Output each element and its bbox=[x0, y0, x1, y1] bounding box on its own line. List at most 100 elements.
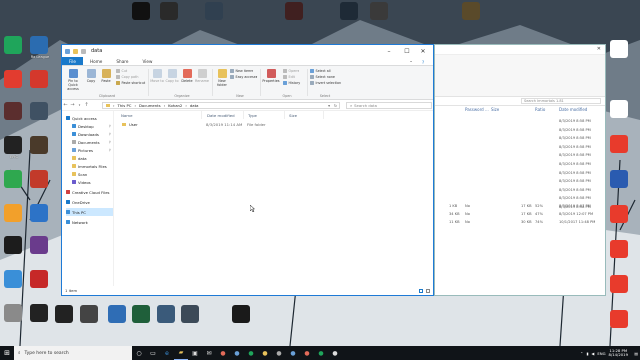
app-icon[interactable] bbox=[4, 70, 22, 88]
app-icon[interactable]: ● bbox=[328, 346, 342, 360]
edge-icon[interactable]: e bbox=[160, 346, 174, 360]
quick-access-properties-icon[interactable] bbox=[65, 48, 70, 54]
list-item[interactable]: 8/3/2019 8:58 PM bbox=[435, 128, 605, 135]
help-icon[interactable]: ? bbox=[415, 56, 431, 68]
tab-view[interactable]: View bbox=[135, 57, 159, 65]
table-row[interactable]: User 8/3/2019 11:14 AM File folder bbox=[115, 121, 433, 129]
copy-to-button[interactable]: Copy to bbox=[165, 69, 179, 83]
app-icon[interactable] bbox=[610, 135, 628, 153]
sidebar-item-pictures[interactable]: Pictures ⚲ bbox=[72, 146, 113, 154]
tab-share[interactable]: Share bbox=[109, 57, 135, 65]
app-icon[interactable] bbox=[157, 305, 175, 323]
app-icon[interactable] bbox=[4, 136, 22, 154]
app-icon[interactable] bbox=[285, 2, 303, 20]
quick-access-folder-icon[interactable] bbox=[73, 48, 78, 54]
sidebar-item-this-pc[interactable]: This PC bbox=[66, 208, 113, 216]
quick-access-dropdown-icon[interactable] bbox=[81, 48, 86, 54]
clock[interactable]: 11:28 PM 8/14/2019 bbox=[609, 348, 628, 358]
store-icon[interactable]: ▣ bbox=[188, 346, 202, 360]
app-icon[interactable] bbox=[610, 310, 628, 328]
sidebar-item-desktop[interactable]: Desktop ⚲ bbox=[72, 122, 113, 130]
sidebar-item-scan[interactable]: Scan bbox=[72, 170, 113, 178]
app-icon[interactable] bbox=[610, 275, 628, 293]
cortana-icon[interactable]: ○ bbox=[132, 346, 146, 360]
app-icon[interactable]: ● bbox=[244, 346, 258, 360]
tray-arrow-icon[interactable]: ⌃ bbox=[580, 351, 583, 356]
mail-icon[interactable]: ✉ bbox=[202, 346, 216, 360]
app-icon[interactable] bbox=[55, 305, 73, 323]
list-item[interactable]: 8/3/2019 8:58 PM bbox=[435, 171, 605, 178]
column-date-modified[interactable]: Date modified bbox=[204, 111, 244, 119]
app-icon[interactable] bbox=[30, 304, 48, 322]
back-arrow-icon[interactable]: ← bbox=[62, 102, 69, 108]
tab-home[interactable]: Home bbox=[83, 57, 109, 65]
app-icon[interactable] bbox=[80, 305, 98, 323]
sidebar-item-onedrive[interactable]: OneDrive bbox=[66, 198, 113, 206]
sidebar-item-data[interactable]: data bbox=[72, 154, 113, 162]
task-view-icon[interactable]: ▭ bbox=[146, 346, 160, 360]
notification-icon[interactable]: ▤ bbox=[634, 351, 638, 356]
app-icon[interactable] bbox=[4, 204, 22, 222]
app-icon[interactable] bbox=[30, 70, 48, 88]
list-item[interactable]: 8/3/2019 8:58 PM bbox=[435, 179, 605, 186]
new-item-button[interactable]: New item ▾ bbox=[230, 69, 253, 73]
forward-arrow-icon[interactable]: → bbox=[69, 102, 76, 108]
breadcrumb-this-pc[interactable]: This PC bbox=[118, 103, 132, 108]
edit-button[interactable]: Edit bbox=[283, 75, 295, 79]
app-icon[interactable] bbox=[4, 236, 22, 254]
cut-button[interactable]: Cut bbox=[116, 69, 127, 73]
app-icon[interactable]: ● bbox=[286, 346, 300, 360]
column-name[interactable]: Name bbox=[118, 111, 202, 119]
sidebar-item-downloads[interactable]: Downloads ⚲ bbox=[72, 130, 113, 138]
start-button[interactable]: ⊞ bbox=[0, 346, 14, 360]
select-none-button[interactable]: Select none bbox=[310, 75, 335, 79]
move-to-button[interactable]: Move to bbox=[150, 69, 164, 83]
up-arrow-icon[interactable]: ↑ bbox=[83, 102, 90, 108]
back-explorer-window[interactable]: ✕ Search Immortals 1.81 Password ... Siz… bbox=[434, 44, 606, 296]
select-all-button[interactable]: Select all bbox=[310, 69, 331, 73]
network-icon[interactable]: ▮ bbox=[586, 351, 588, 356]
app-icon[interactable]: ● bbox=[216, 346, 230, 360]
app-icon[interactable] bbox=[30, 170, 48, 188]
app-icon[interactable]: ● bbox=[258, 346, 272, 360]
sidebar-item-creative-cloud-files[interactable]: Creative Cloud Files bbox=[66, 188, 113, 196]
easy-access-button[interactable]: Easy access ▾ bbox=[230, 75, 257, 79]
sidebar-item-network[interactable]: Network bbox=[66, 218, 113, 226]
volume-icon[interactable]: ◀ bbox=[591, 351, 594, 356]
list-item[interactable]: 8/3/2019 8:58 PM bbox=[435, 119, 605, 126]
table-row[interactable]: 11 KB No 30 KB 74% 10/1/2017 11:48 PM bbox=[435, 220, 605, 227]
app-icon[interactable] bbox=[108, 305, 126, 323]
list-item[interactable]: 8/3/2019 8:58 PM bbox=[435, 136, 605, 143]
minimize-button[interactable]: – bbox=[381, 45, 397, 57]
app-icon[interactable] bbox=[4, 270, 22, 288]
app-icon[interactable] bbox=[462, 2, 480, 20]
large-icons-view-icon[interactable] bbox=[426, 288, 430, 293]
paste-button[interactable]: Paste bbox=[99, 69, 113, 83]
app-icon[interactable] bbox=[4, 170, 22, 188]
app-icon[interactable] bbox=[610, 205, 628, 223]
recent-dropdown-icon[interactable]: ▾ bbox=[76, 103, 83, 107]
paste-shortcut-button[interactable]: Paste shortcut bbox=[116, 81, 145, 85]
app-icon[interactable] bbox=[30, 102, 48, 120]
file-explorer-icon[interactable]: ▰ bbox=[174, 346, 188, 360]
app-icon[interactable] bbox=[30, 204, 48, 222]
language-indicator[interactable]: ENG bbox=[597, 351, 605, 356]
breadcrumb[interactable]: › This PC › Documents › Kohan2 › data ▾ … bbox=[102, 102, 340, 109]
app-icon[interactable] bbox=[30, 36, 48, 54]
table-row[interactable]: 1 KB No 17 KB 52% 8/3/2019 8:07 PM bbox=[435, 204, 605, 211]
app-icon[interactable] bbox=[132, 305, 150, 323]
breadcrumb-documents[interactable]: Documents bbox=[139, 103, 161, 108]
list-item[interactable]: 8/3/2019 8:58 PM bbox=[435, 188, 605, 195]
open-button[interactable]: Open ▾ bbox=[283, 69, 299, 73]
app-icon[interactable] bbox=[181, 305, 199, 323]
list-item[interactable]: 8/3/2019 8:58 PM bbox=[435, 153, 605, 160]
breadcrumb-kohan2[interactable]: Kohan2 bbox=[168, 103, 182, 108]
app-icon[interactable]: ● bbox=[314, 346, 328, 360]
rename-button[interactable]: Rename bbox=[195, 69, 209, 83]
app-icon[interactable] bbox=[30, 136, 48, 154]
copy-path-button[interactable]: Copy path bbox=[116, 75, 138, 79]
copy-button[interactable]: Copy bbox=[84, 69, 98, 83]
list-item[interactable]: 8/3/2019 8:58 PM bbox=[435, 196, 605, 203]
breadcrumb-data[interactable]: data bbox=[190, 103, 199, 108]
sidebar-item-videos[interactable]: Videos bbox=[72, 178, 113, 186]
